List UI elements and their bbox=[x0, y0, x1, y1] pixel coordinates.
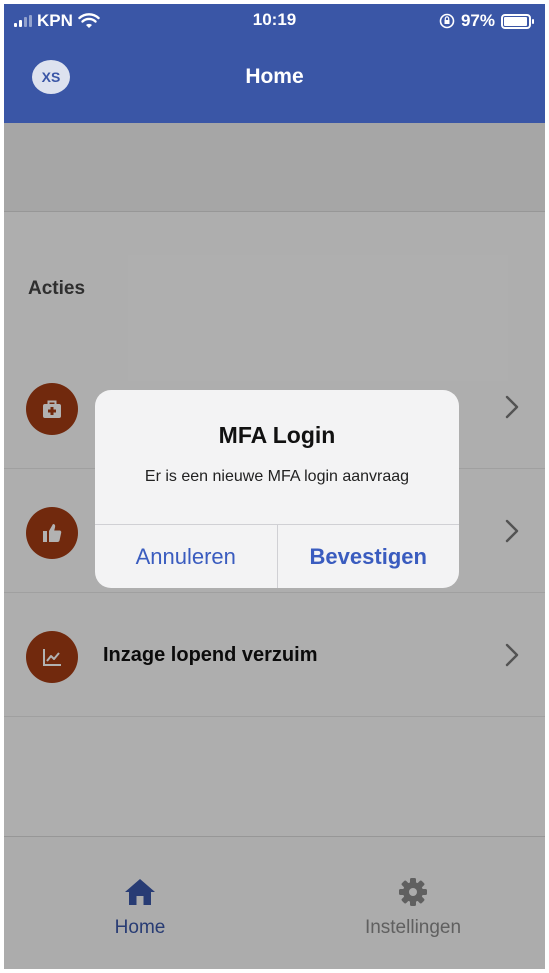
app-screen: KPN 10:19 97% XS Home Acties Inzage lope… bbox=[4, 4, 545, 969]
status-bar: KPN 10:19 97% bbox=[4, 4, 545, 38]
mfa-alert-dialog: MFA Login Er is een nieuwe MFA login aan… bbox=[95, 390, 459, 588]
confirm-button[interactable]: Bevestigen bbox=[276, 525, 460, 588]
top-bar: KPN 10:19 97% XS Home bbox=[4, 4, 545, 123]
cancel-button[interactable]: Annuleren bbox=[95, 525, 277, 588]
battery-percent: 97% bbox=[460, 11, 495, 30]
battery-icon bbox=[501, 13, 534, 29]
dialog-actions: Annuleren Bevestigen bbox=[95, 524, 459, 588]
orientation-lock-icon bbox=[439, 13, 455, 29]
page-title: Home bbox=[245, 65, 304, 88]
dialog-message: Er is een nieuwe MFA login aanvraag bbox=[144, 468, 410, 485]
status-right: 97% bbox=[439, 11, 534, 31]
dialog-title: MFA Login bbox=[218, 422, 336, 448]
